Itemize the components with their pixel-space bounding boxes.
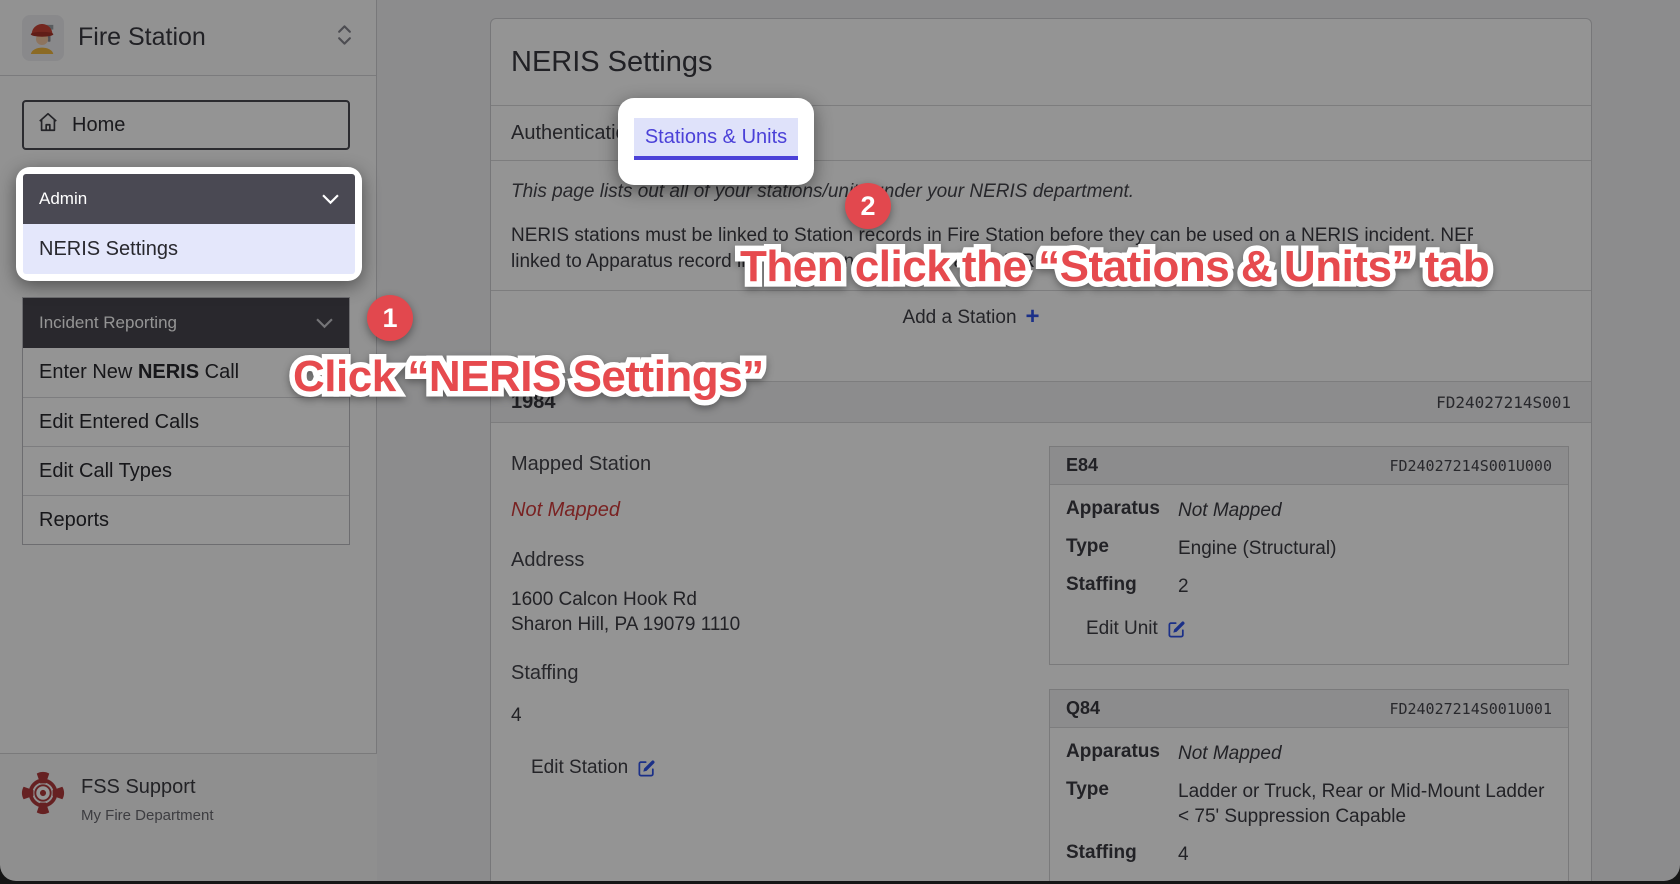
nav-header-admin[interactable]: Admin [23,174,355,224]
step-2-badge: 2 [845,183,891,229]
step-1-badge: 1 [367,295,413,341]
annotation-text: Click “NERIS Settings” [293,352,764,402]
annotation-step-1: Click “NERIS Settings” Click “NERIS Sett… [293,352,764,402]
chevron-down-icon [322,194,339,205]
spotlight-admin-group: Admin NERIS Settings [16,167,362,281]
neris-settings-label: NERIS Settings [39,238,178,261]
sidebar-item-neris-settings[interactable]: NERIS Settings [23,224,355,274]
admin-header-label: Admin [39,189,87,209]
app-window: Fire Station Home Admin NERIS Setti [0,0,1680,884]
tab-stations-and-units[interactable]: Stations & Units [634,118,798,160]
annotation-text: Then click the “Stations & Units” tab [740,242,1489,292]
tutorial-dim-overlay [0,0,1680,884]
annotation-step-2: Then click the “Stations & Units” tab Th… [740,242,1489,292]
spotlight-stations-units-tab: Stations & Units [618,98,814,185]
